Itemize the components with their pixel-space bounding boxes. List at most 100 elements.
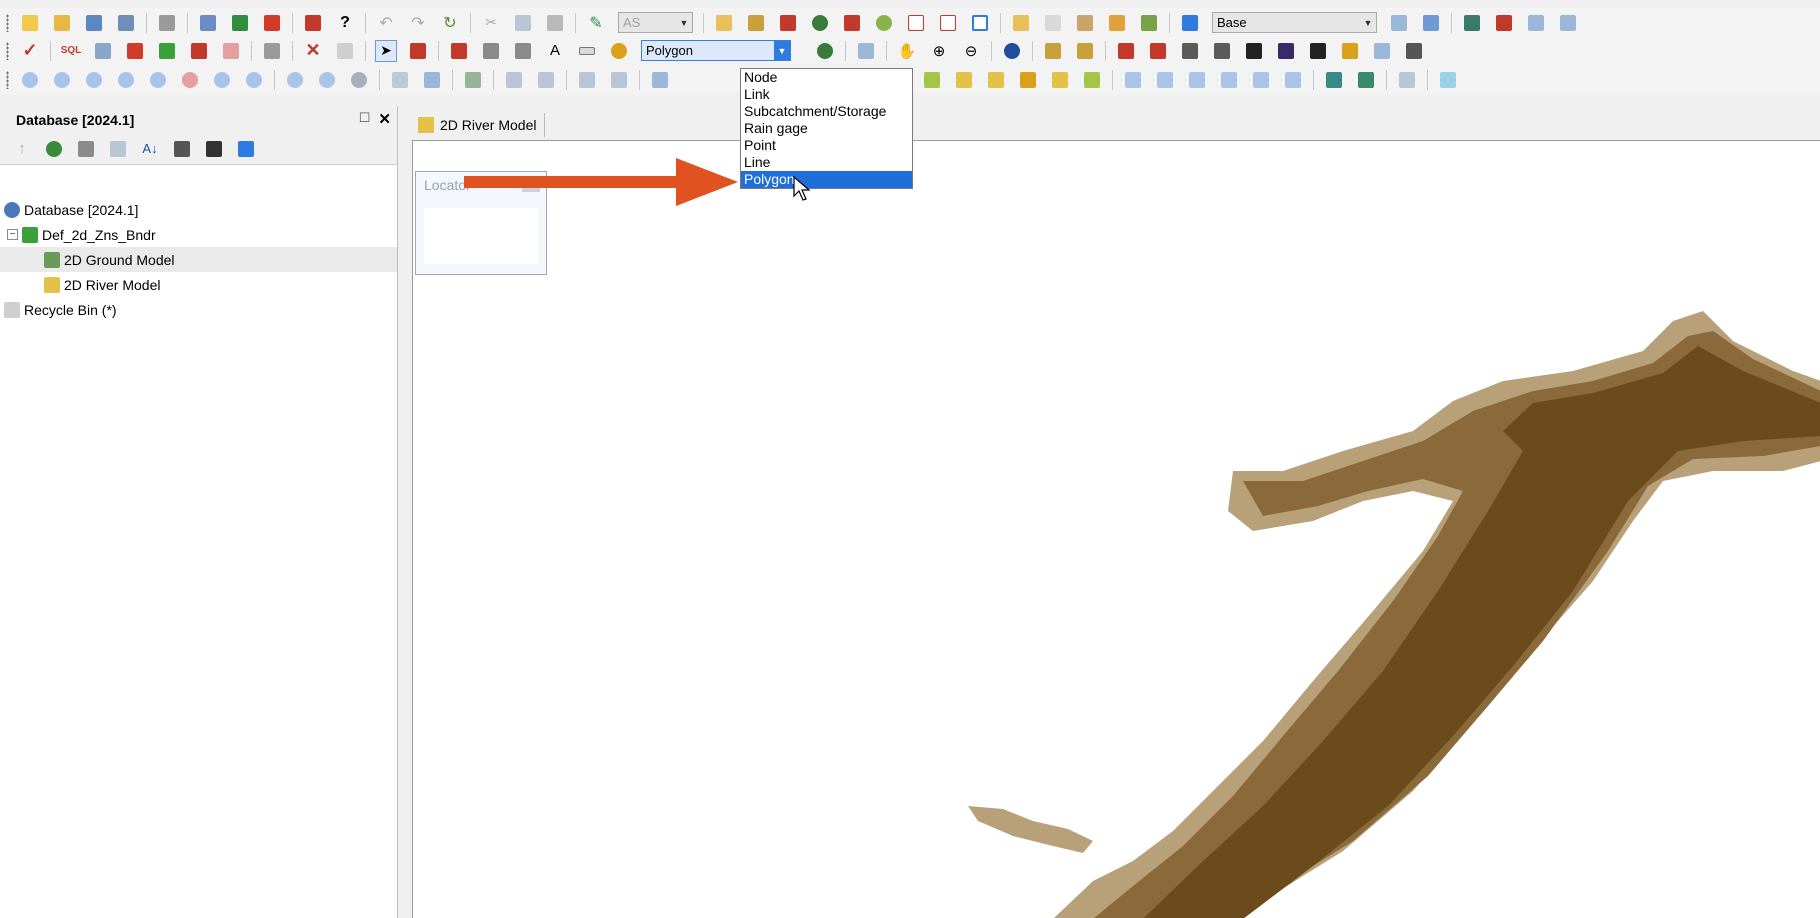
tool-f-icon[interactable] <box>1211 40 1233 62</box>
trace-icon[interactable] <box>188 40 210 62</box>
tree-item-recycle-bin[interactable]: Recycle Bin (*) <box>0 297 397 322</box>
tree-item-river-model[interactable]: 2D River Model <box>0 272 397 297</box>
ts-e-icon[interactable] <box>1250 69 1272 91</box>
list-icon[interactable] <box>75 138 97 160</box>
cut-icon[interactable]: ✂ <box>480 12 502 34</box>
dropdown-option-polygon[interactable]: Polygon <box>741 171 912 188</box>
close-database-icon[interactable] <box>115 12 137 34</box>
results-c-icon[interactable] <box>953 69 975 91</box>
measure-icon[interactable] <box>480 40 502 62</box>
network-combo[interactable]: Base ▼ <box>1212 12 1377 33</box>
commit-icon[interactable] <box>229 12 251 34</box>
network-type-icon[interactable] <box>1179 12 1201 34</box>
merge-icon[interactable] <box>1420 12 1442 34</box>
table-view-icon[interactable] <box>503 69 525 91</box>
layer-list-icon[interactable] <box>462 69 484 91</box>
find-xy-icon[interactable] <box>1074 40 1096 62</box>
gear-icon[interactable] <box>873 12 895 34</box>
pan-icon[interactable]: ✋ <box>896 40 918 62</box>
ts-b-icon[interactable] <box>1154 69 1176 91</box>
monitor-icon[interactable] <box>203 138 225 160</box>
find-icon[interactable] <box>1010 12 1032 34</box>
ts-f-icon[interactable] <box>1282 69 1304 91</box>
split-icon[interactable] <box>448 40 470 62</box>
open-database-icon[interactable] <box>51 12 73 34</box>
calendar-icon[interactable] <box>107 138 129 160</box>
open-standalone-icon[interactable] <box>83 12 105 34</box>
toolbar-grip[interactable] <box>6 41 9 60</box>
results-b-icon[interactable] <box>921 69 943 91</box>
step-forward-icon[interactable] <box>115 69 137 91</box>
connect-icon[interactable] <box>855 40 877 62</box>
window-icon[interactable] <box>969 12 991 34</box>
grid-run-icon[interactable] <box>841 12 863 34</box>
chevron-down-icon[interactable]: ▼ <box>1360 13 1376 32</box>
paste-icon[interactable] <box>544 12 566 34</box>
tool-k-icon[interactable] <box>1371 40 1393 62</box>
results-e-icon[interactable] <box>1017 69 1039 91</box>
tool-a-icon[interactable] <box>1525 12 1547 34</box>
play-icon[interactable] <box>147 69 169 91</box>
redo-icon[interactable]: ↷ <box>407 12 429 34</box>
pen-icon[interactable]: ✎ <box>585 12 607 34</box>
grid-icon[interactable] <box>92 40 114 62</box>
tree-item-ground-model[interactable]: 2D Ground Model <box>0 247 397 272</box>
info-icon[interactable] <box>316 69 338 91</box>
results-d-icon[interactable] <box>985 69 1007 91</box>
profile-icon[interactable] <box>220 40 242 62</box>
binoculars-icon[interactable] <box>261 40 283 62</box>
ts-c-icon[interactable] <box>1186 69 1208 91</box>
theme-icon[interactable] <box>1106 12 1128 34</box>
ts-d-icon[interactable] <box>1218 69 1240 91</box>
tool-l-icon[interactable] <box>1403 40 1425 62</box>
cross-section-icon[interactable] <box>608 69 630 91</box>
link-red-icon[interactable] <box>124 40 146 62</box>
copy-icon[interactable] <box>512 12 534 34</box>
check-network-icon[interactable] <box>1461 12 1483 34</box>
record-icon[interactable] <box>179 69 201 91</box>
sum-icon[interactable] <box>1437 69 1459 91</box>
history-icon[interactable]: ↻ <box>439 12 461 34</box>
filter-icon[interactable] <box>1042 12 1064 34</box>
select-pointer-icon[interactable]: ➤ <box>375 39 397 62</box>
collapse-icon[interactable]: − <box>7 229 18 240</box>
help-icon[interactable]: ? <box>334 12 356 34</box>
toolbar-grip[interactable] <box>6 70 9 89</box>
table-icon[interactable] <box>1138 12 1160 34</box>
delete-icon[interactable]: ✕ <box>302 40 324 62</box>
add-folder-icon[interactable] <box>713 12 735 34</box>
results-f-icon[interactable] <box>1049 69 1071 91</box>
compare-icon[interactable] <box>1388 12 1410 34</box>
search-icon[interactable] <box>171 138 193 160</box>
tool-d-icon[interactable] <box>1147 40 1169 62</box>
text-icon[interactable]: A <box>544 40 566 62</box>
export-icon[interactable] <box>1396 69 1418 91</box>
sql-icon[interactable]: SQL <box>60 40 82 62</box>
tree-item-model-group[interactable]: − Def_2d_Zns_Bndr <box>0 222 397 247</box>
revert-icon[interactable] <box>261 12 283 34</box>
dropdown-option-line[interactable]: Line <box>741 154 912 171</box>
graph-icon[interactable] <box>905 12 927 34</box>
restore-icon[interactable]: ☐ <box>359 110 371 128</box>
long-section-icon[interactable] <box>576 69 598 91</box>
tool-e-icon[interactable] <box>1179 40 1201 62</box>
hand-select-icon[interactable] <box>421 69 443 91</box>
dropdown-option-point[interactable]: Point <box>741 137 912 154</box>
network-icon[interactable] <box>745 12 767 34</box>
dropdown-option-link[interactable]: Link <box>741 86 912 103</box>
chevron-down-icon[interactable]: ▼ <box>676 13 692 32</box>
find-object-icon[interactable] <box>1042 40 1064 62</box>
close-icon[interactable]: ✕ <box>378 110 391 128</box>
toolbar-grip[interactable] <box>6 13 9 32</box>
tool-h-icon[interactable] <box>1275 40 1297 62</box>
tool-c-icon[interactable] <box>1115 40 1137 62</box>
new-object-icon[interactable] <box>608 40 630 62</box>
ts-a-icon[interactable] <box>1122 69 1144 91</box>
layer-icon[interactable] <box>1074 12 1096 34</box>
rewind-icon[interactable] <box>19 69 41 91</box>
map-icon[interactable] <box>1323 69 1345 91</box>
undo-icon[interactable]: ↶ <box>375 12 397 34</box>
properties-icon[interactable] <box>1001 40 1023 62</box>
results-g-icon[interactable] <box>1081 69 1103 91</box>
ruler-icon[interactable] <box>576 40 598 62</box>
